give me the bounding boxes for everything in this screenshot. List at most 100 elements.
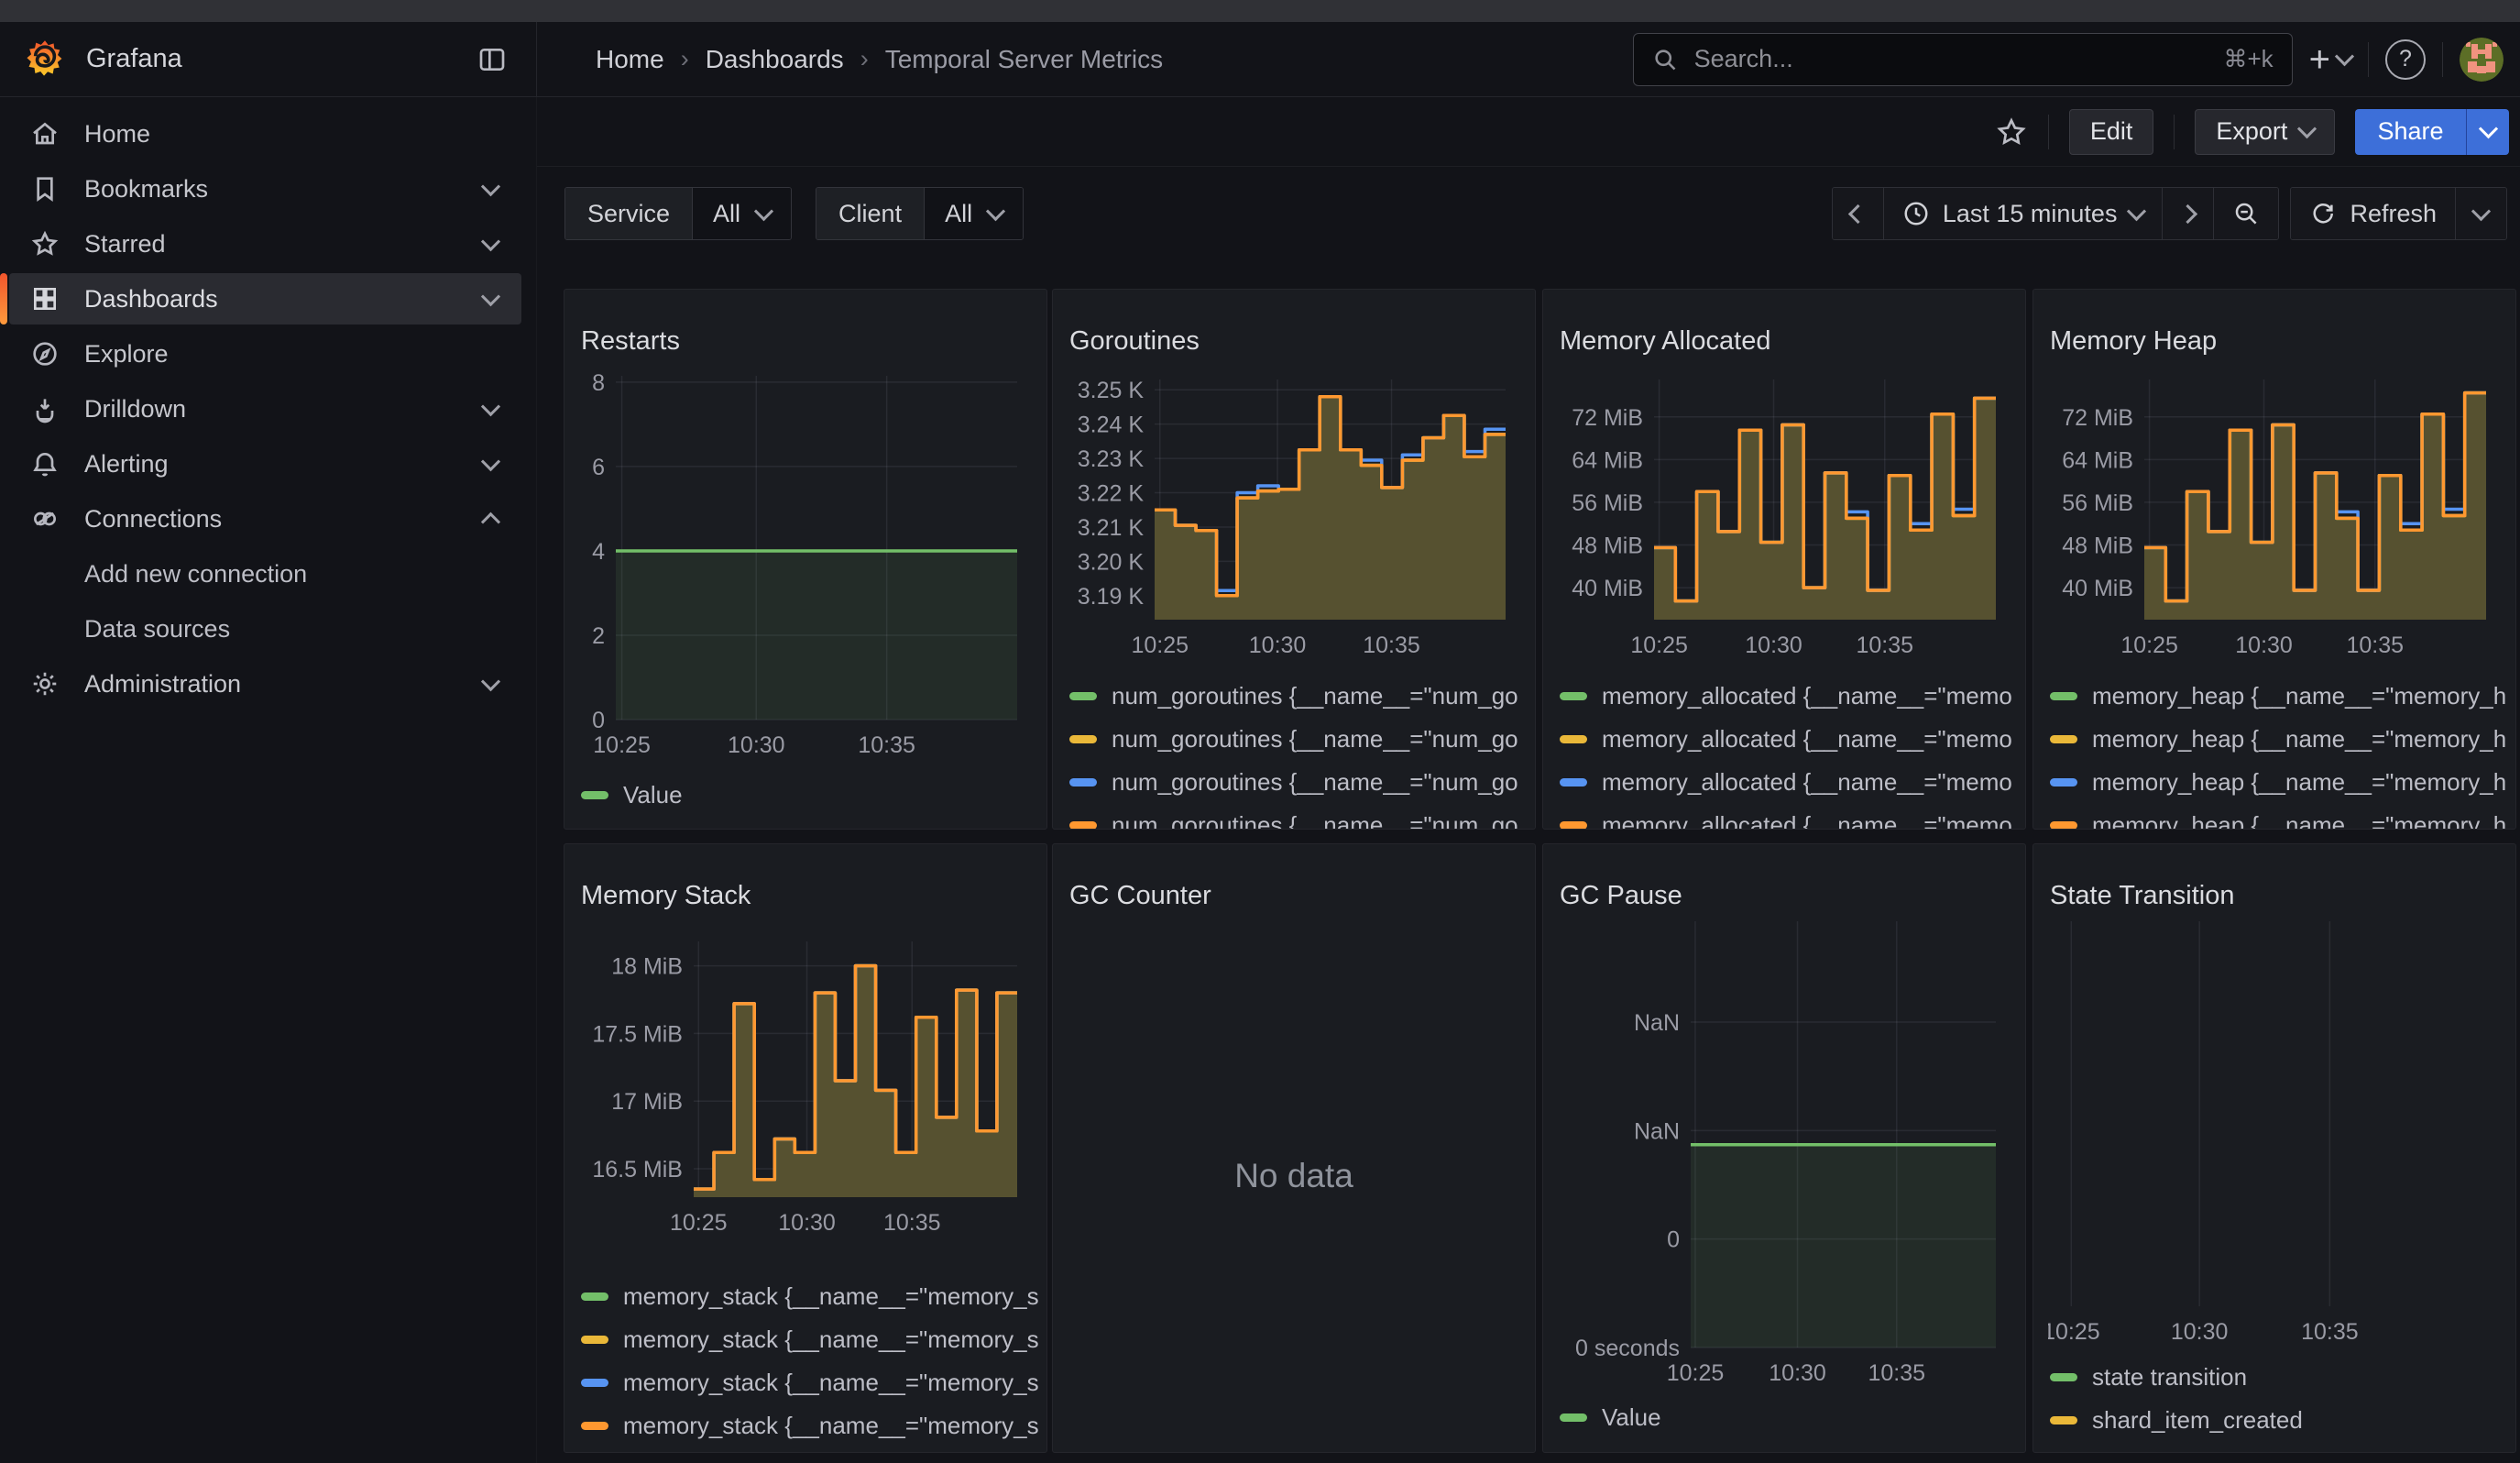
sidebar-item-label: Add new connection xyxy=(84,560,307,588)
legend-item[interactable]: num_goroutines {__name__="num_go xyxy=(1069,675,1528,718)
edit-button[interactable]: Edit xyxy=(2069,109,2154,155)
legend-item[interactable]: num_goroutines {__name__="num_go xyxy=(1069,718,1528,761)
state_transition-plot[interactable]: 10:2510:3010:35 xyxy=(2048,916,2503,1347)
zoom-out-button[interactable] xyxy=(2213,188,2278,239)
share-button[interactable]: Share xyxy=(2355,109,2465,155)
svg-text:NaN: NaN xyxy=(1634,1010,1680,1036)
legend-item[interactable]: memory_allocated {__name__="memo xyxy=(1560,675,2018,718)
legend: num_goroutines {__name__="num_gonum_goro… xyxy=(1069,675,1528,830)
service-select[interactable]: All xyxy=(692,188,791,239)
panel-title[interactable]: Memory Stack xyxy=(581,881,751,911)
legend-swatch xyxy=(1069,692,1097,700)
bell-icon xyxy=(29,449,60,478)
sidebar-item-alerting[interactable]: Alerting xyxy=(9,438,521,490)
sidebar-item-label: Starred xyxy=(84,230,166,258)
sidebar: Home Bookmarks Starred Dashboards xyxy=(0,97,537,1463)
legend-item[interactable]: shard_item_created xyxy=(2050,1399,2508,1442)
top-navbar: Grafana Home › Dashboards › Temporal Ser… xyxy=(0,22,2520,97)
refresh-interval-button[interactable] xyxy=(2455,188,2506,239)
legend-item[interactable]: Value xyxy=(581,774,1039,817)
panel-title[interactable]: Goroutines xyxy=(1069,326,1200,357)
divider xyxy=(2368,42,2369,77)
export-button[interactable]: Export xyxy=(2195,109,2335,155)
sidebar-collapse-icon[interactable] xyxy=(472,39,512,80)
refresh-button[interactable]: Refresh xyxy=(2291,188,2455,239)
panel-title[interactable]: Restarts xyxy=(581,326,680,357)
share-dropdown-button[interactable] xyxy=(2467,109,2509,155)
legend-label: memory_heap {__name__="memory_h xyxy=(2092,725,2506,754)
memory_heap-plot[interactable]: 40 MiB48 MiB56 MiB64 MiB72 MiB10:2510:30… xyxy=(2048,374,2503,660)
legend-item[interactable]: memory_stack {__name__="memory_s xyxy=(581,1275,1039,1318)
sidebar-item-drilldown[interactable]: Drilldown xyxy=(9,383,521,434)
legend-item[interactable]: memory_heap {__name__="memory_h xyxy=(2050,718,2508,761)
breadcrumb-home[interactable]: Home xyxy=(596,45,664,74)
legend-item[interactable]: memory_stack {__name__="memory_s xyxy=(581,1404,1039,1447)
legend-label: memory_stack {__name__="memory_s xyxy=(623,1282,1039,1311)
chevron-down-icon[interactable] xyxy=(481,452,500,471)
sidebar-item-explore[interactable]: Explore xyxy=(9,328,521,380)
panel-title[interactable]: Memory Allocated xyxy=(1560,326,1771,357)
chevron-down-icon[interactable] xyxy=(481,177,500,196)
refresh-group: Refresh xyxy=(2290,187,2507,240)
legend-label: memory_allocated {__name__="memo xyxy=(1602,768,2012,797)
no-data-message: No data xyxy=(1053,899,1535,1452)
legend-item[interactable]: memory_heap {__name__="memory_h xyxy=(2050,675,2508,718)
memory_stack-plot[interactable]: 16.5 MiB17 MiB17.5 MiB18 MiB10:2510:3010… xyxy=(579,936,1034,1238)
question-icon: ? xyxy=(2399,46,2412,72)
time-range-button[interactable]: Last 15 minutes xyxy=(1883,188,2163,239)
legend-swatch xyxy=(1560,778,1587,786)
legend-label: memory_allocated {__name__="memo xyxy=(1602,811,2012,830)
legend-item[interactable]: memory_heap {__name__="memory_h xyxy=(2050,761,2508,804)
legend-item[interactable]: memory_stack {__name__="memory_s xyxy=(581,1361,1039,1404)
sidebar-item-home[interactable]: Home xyxy=(9,108,521,160)
sidebar-item-administration[interactable]: Administration xyxy=(9,658,521,710)
legend-item[interactable]: num_goroutines {__name__="num_go xyxy=(1069,804,1528,830)
legend-item[interactable]: memory_allocated {__name__="memo xyxy=(1560,804,2018,830)
legend-swatch xyxy=(581,791,608,799)
legend-item[interactable]: Value xyxy=(1560,1396,2018,1439)
legend-item[interactable]: memory_allocated {__name__="memo xyxy=(1560,761,2018,804)
time-shift-back-button[interactable] xyxy=(1833,188,1883,239)
help-button[interactable]: ? xyxy=(2385,39,2426,80)
legend-item[interactable]: memory_heap {__name__="memory_h xyxy=(2050,804,2508,830)
restarts-plot[interactable]: 0246810:2510:3010:35 xyxy=(579,370,1034,760)
legend-item[interactable]: state transition xyxy=(2050,1356,2508,1399)
search-input[interactable] xyxy=(1693,44,2209,74)
sidebar-item-starred[interactable]: Starred xyxy=(9,218,521,270)
panel-title[interactable]: State Transition xyxy=(2050,881,2235,911)
client-select[interactable]: All xyxy=(924,188,1023,239)
sidebar-item-connections[interactable]: Connections xyxy=(9,493,521,544)
legend-item[interactable]: memory_allocated {__name__="memo xyxy=(1560,718,2018,761)
chevron-down-icon[interactable] xyxy=(481,672,500,691)
user-avatar[interactable] xyxy=(2460,38,2504,82)
grafana-logo-icon[interactable] xyxy=(24,38,66,81)
legend-label: memory_allocated {__name__="memo xyxy=(1602,725,2012,754)
memory_allocated-plot[interactable]: 40 MiB48 MiB56 MiB64 MiB72 MiB10:2510:30… xyxy=(1558,374,2012,660)
chevron-down-icon[interactable] xyxy=(481,397,500,416)
add-button[interactable]: + xyxy=(2309,41,2351,78)
legend-item[interactable]: memory_stack {__name__="memory_s xyxy=(581,1318,1039,1361)
sidebar-item-add-new-connection[interactable]: Add new connection xyxy=(9,548,521,600)
star-icon[interactable] xyxy=(1995,116,2028,148)
svg-text:10:25: 10:25 xyxy=(1630,632,1688,658)
chevron-down-icon[interactable] xyxy=(481,232,500,251)
sidebar-item-data-sources[interactable]: Data sources xyxy=(9,603,521,654)
chevron-up-icon[interactable] xyxy=(481,512,500,531)
panel-title[interactable]: GC Pause xyxy=(1560,881,1682,911)
legend: state transition shard_item_created xyxy=(2050,1356,2508,1442)
sidebar-item-dashboards[interactable]: Dashboards xyxy=(9,273,521,324)
bookmark-icon xyxy=(29,174,60,204)
goroutines-plot[interactable]: 3.19 K3.20 K3.21 K3.22 K3.23 K3.24 K3.25… xyxy=(1068,374,1522,660)
sidebar-item-bookmarks[interactable]: Bookmarks xyxy=(9,163,521,214)
breadcrumb-dashboards[interactable]: Dashboards xyxy=(706,45,844,74)
legend-label: num_goroutines {__name__="num_go xyxy=(1112,682,1518,710)
legend-label: shard_item_created xyxy=(2092,1406,2303,1435)
panel-title[interactable]: Memory Heap xyxy=(2050,326,2217,357)
svg-text:0: 0 xyxy=(592,708,605,733)
search-box[interactable]: ⌘+k xyxy=(1633,33,2293,86)
legend-swatch xyxy=(581,1292,608,1301)
chevron-down-icon[interactable] xyxy=(481,287,500,306)
time-shift-forward-button[interactable] xyxy=(2162,188,2213,239)
legend-item[interactable]: num_goroutines {__name__="num_go xyxy=(1069,761,1528,804)
gc_pause-plot[interactable]: 0 seconds0NaNNaN10:2510:3010:35 xyxy=(1558,916,2012,1388)
